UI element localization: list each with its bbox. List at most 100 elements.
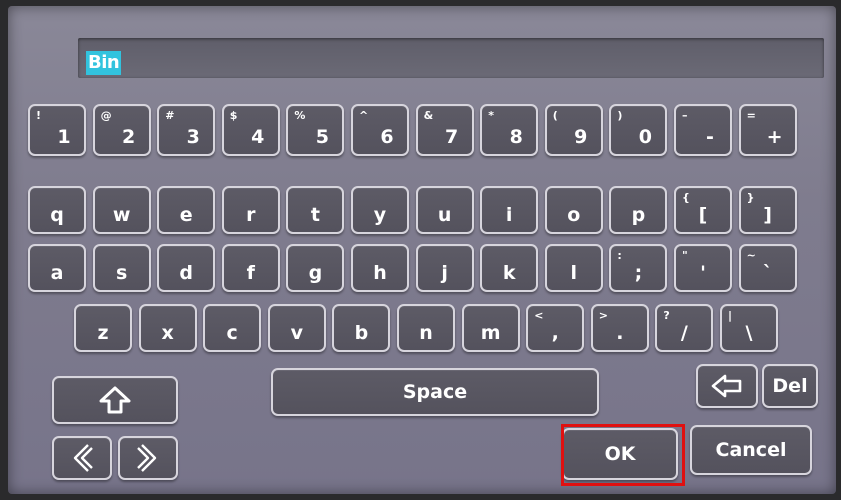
keyboard-screen: Bin ! 1 @2 #3 $4% 5 ^ 6 & 7 * 8(9) 0– - = + q w e r t y u i o p{[… bbox=[8, 6, 836, 494]
key-bottom-6[interactable]: m bbox=[461, 304, 520, 352]
key-main-symbol: t bbox=[310, 204, 320, 226]
key-top-2[interactable]: e bbox=[157, 186, 216, 234]
key-numbers-9[interactable]: ) 0 bbox=[609, 104, 668, 156]
key-main-symbol: , bbox=[551, 322, 559, 344]
ok-label: OK bbox=[604, 443, 636, 465]
key-main-symbol: p bbox=[631, 204, 646, 226]
key-bottom-3[interactable]: v bbox=[267, 304, 326, 352]
key-numbers-11[interactable]: = + bbox=[738, 104, 797, 156]
key-main-symbol: q bbox=[50, 204, 64, 226]
cancel-button[interactable]: Cancel bbox=[690, 425, 812, 475]
key-main-symbol: \ bbox=[745, 322, 753, 344]
key-main-symbol: m bbox=[480, 322, 501, 344]
key-top-1[interactable]: w bbox=[92, 186, 151, 234]
key-bottom-0[interactable]: z bbox=[74, 304, 132, 352]
key-bottom-1[interactable]: x bbox=[138, 304, 197, 352]
text-input-field[interactable]: Bin bbox=[78, 38, 824, 78]
key-main-symbol: ' bbox=[700, 262, 706, 284]
key-numbers-0[interactable]: ! 1 bbox=[28, 104, 86, 156]
cursor-left-key[interactable] bbox=[52, 436, 112, 480]
key-shift-symbol: = bbox=[746, 109, 756, 122]
backspace-key[interactable] bbox=[696, 364, 758, 408]
key-shift-symbol: } bbox=[746, 191, 755, 204]
key-main-symbol: h bbox=[373, 262, 387, 284]
key-top-10[interactable]: {[ bbox=[674, 186, 732, 234]
key-home-8[interactable]: l bbox=[544, 244, 603, 292]
space-label: Space bbox=[402, 381, 468, 403]
shift-arrow-icon bbox=[54, 378, 176, 422]
key-shift-symbol: < bbox=[534, 309, 544, 322]
key-main-symbol: w bbox=[112, 204, 131, 226]
key-numbers-6[interactable]: & 7 bbox=[415, 104, 474, 156]
key-top-9[interactable]: p bbox=[609, 186, 668, 234]
key-main-symbol: d bbox=[179, 262, 193, 284]
key-home-5[interactable]: h bbox=[351, 244, 409, 292]
cursor-right-key[interactable] bbox=[118, 436, 178, 480]
key-numbers-7[interactable]: * 8 bbox=[480, 104, 539, 156]
key-home-10[interactable]: " ' bbox=[674, 244, 732, 292]
key-numbers-3[interactable]: $4 bbox=[221, 104, 280, 156]
key-shift-symbol: – bbox=[682, 109, 688, 122]
key-home-7[interactable]: k bbox=[480, 244, 539, 292]
key-top-3[interactable]: r bbox=[221, 186, 280, 234]
key-home-6[interactable]: j bbox=[415, 244, 474, 292]
delete-key[interactable]: Del bbox=[762, 364, 818, 408]
key-numbers-8[interactable]: (9 bbox=[544, 104, 603, 156]
key-home-0[interactable]: a bbox=[28, 244, 86, 292]
key-main-symbol: c bbox=[226, 322, 238, 344]
key-main-symbol: j bbox=[441, 262, 448, 284]
shift-key[interactable] bbox=[52, 376, 178, 424]
key-home-4[interactable]: g bbox=[286, 244, 345, 292]
key-bottom-4[interactable]: b bbox=[332, 304, 391, 352]
backspace-arrow-icon bbox=[698, 366, 756, 406]
key-bottom-9[interactable]: ? / bbox=[655, 304, 714, 352]
key-main-symbol: 0 bbox=[638, 126, 652, 148]
key-top-11[interactable]: }] bbox=[738, 186, 797, 234]
space-key[interactable]: Space bbox=[271, 368, 599, 416]
key-main-symbol: v bbox=[290, 322, 303, 344]
key-top-8[interactable]: o bbox=[544, 186, 603, 234]
key-shift-symbol: @ bbox=[100, 109, 112, 122]
key-main-symbol: o bbox=[567, 204, 581, 226]
key-bottom-10[interactable]: | \ bbox=[720, 304, 778, 352]
key-numbers-1[interactable]: @2 bbox=[92, 104, 151, 156]
key-main-symbol: 8 bbox=[509, 126, 523, 148]
key-main-symbol: + bbox=[766, 126, 783, 148]
key-bottom-8[interactable]: >. bbox=[590, 304, 649, 352]
key-top-6[interactable]: u bbox=[415, 186, 474, 234]
key-numbers-5[interactable]: ^ 6 bbox=[351, 104, 409, 156]
key-main-symbol: a bbox=[50, 262, 64, 284]
key-main-symbol: f bbox=[246, 262, 255, 284]
key-main-symbol: i bbox=[505, 204, 513, 226]
key-main-symbol: 5 bbox=[315, 126, 329, 148]
key-home-9[interactable]: :; bbox=[609, 244, 668, 292]
key-home-2[interactable]: d bbox=[157, 244, 216, 292]
key-home-1[interactable]: s bbox=[92, 244, 151, 292]
key-bottom-7[interactable]: <, bbox=[526, 304, 585, 352]
key-shift-symbol: ~ bbox=[746, 249, 756, 262]
key-top-4[interactable]: t bbox=[286, 186, 345, 234]
key-main-symbol: l bbox=[570, 262, 578, 284]
ok-button[interactable]: OK bbox=[562, 428, 678, 480]
key-main-symbol: k bbox=[502, 262, 516, 284]
key-main-symbol: g bbox=[308, 262, 323, 284]
key-shift-symbol: ^ bbox=[359, 109, 369, 122]
key-main-symbol: y bbox=[373, 204, 387, 226]
key-numbers-10[interactable]: – - bbox=[674, 104, 732, 156]
key-top-5[interactable]: y bbox=[351, 186, 409, 234]
key-bottom-5[interactable]: n bbox=[397, 304, 455, 352]
key-main-symbol: - bbox=[706, 126, 714, 148]
key-main-symbol: r bbox=[246, 204, 256, 226]
key-main-symbol: 1 bbox=[57, 126, 71, 148]
key-main-symbol: n bbox=[419, 322, 433, 344]
key-home-11[interactable]: ~ ` bbox=[738, 244, 797, 292]
key-bottom-2[interactable]: c bbox=[203, 304, 262, 352]
key-shift-symbol: $ bbox=[229, 109, 238, 122]
key-numbers-4[interactable]: % 5 bbox=[286, 104, 345, 156]
key-numbers-2[interactable]: #3 bbox=[157, 104, 216, 156]
key-main-symbol: ` bbox=[762, 262, 773, 284]
key-top-0[interactable]: q bbox=[28, 186, 86, 234]
key-home-3[interactable]: f bbox=[221, 244, 280, 292]
key-shift-symbol: ( bbox=[552, 109, 558, 122]
key-top-7[interactable]: i bbox=[480, 186, 539, 234]
